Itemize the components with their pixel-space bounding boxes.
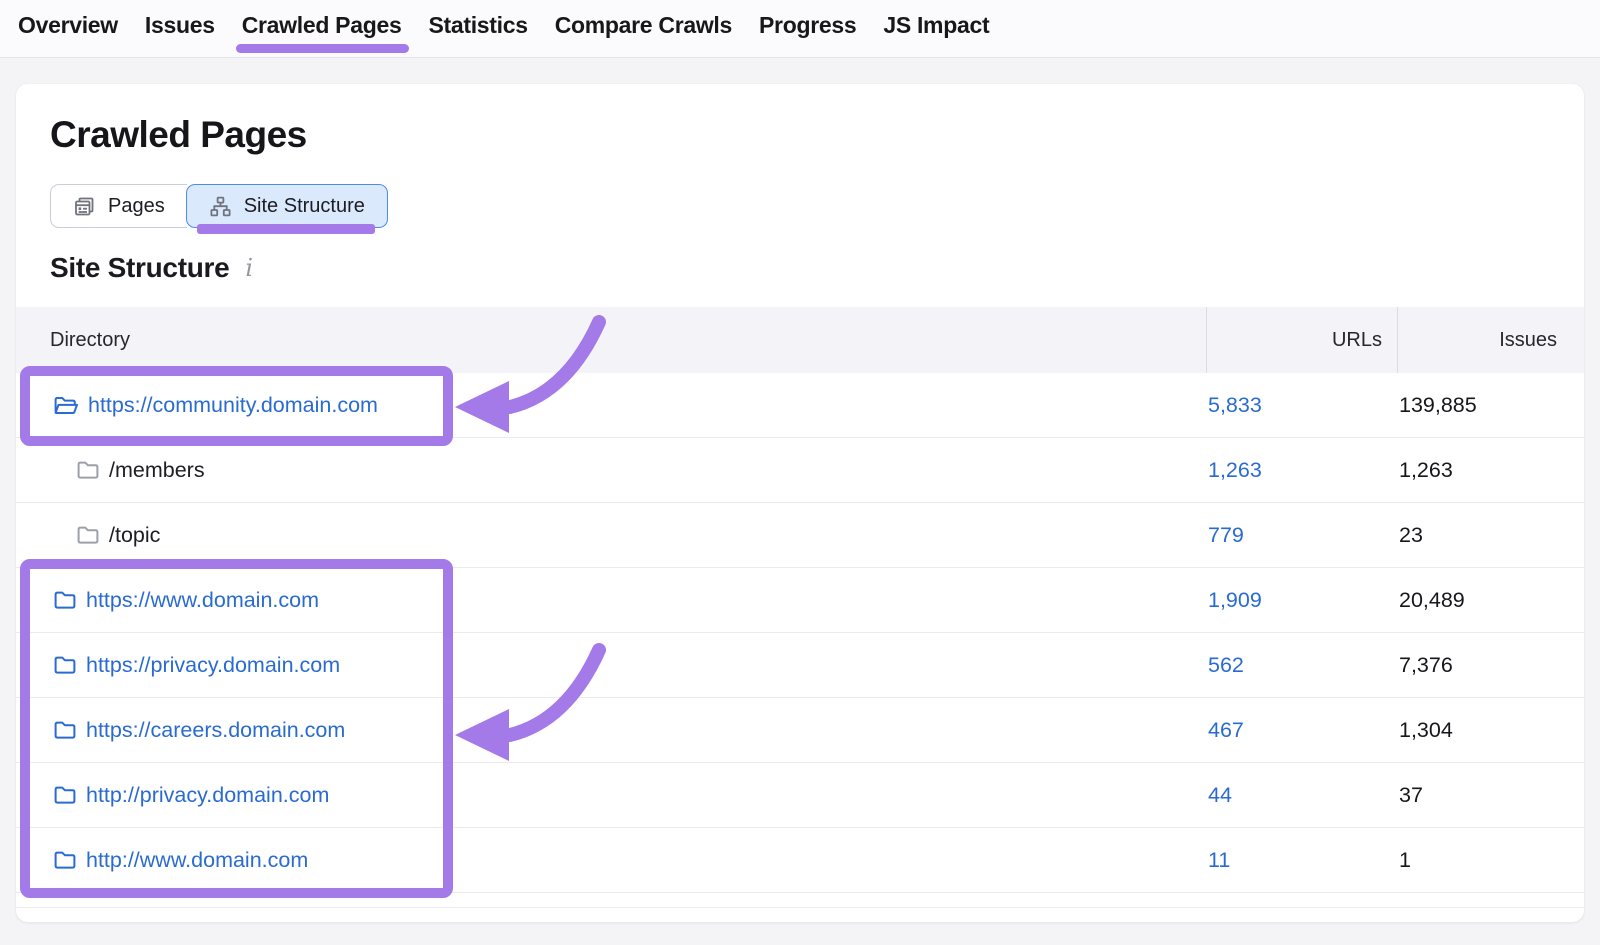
urls-cell: 11 (1206, 848, 1397, 873)
issues-value: 139,885 (1399, 393, 1477, 417)
urls-value[interactable]: 562 (1208, 653, 1244, 677)
issues-cell: 139,885 (1397, 393, 1584, 418)
folder-icon (53, 720, 77, 740)
table-row: https://www.domain.com 1,909 20,489 (16, 568, 1584, 633)
urls-cell: 467 (1206, 718, 1397, 743)
table-row: /topic 779 23 (16, 503, 1584, 568)
site-structure-toggle-label: Site Structure (244, 195, 365, 218)
issues-cell: 23 (1397, 523, 1584, 548)
site-structure-toggle-button[interactable]: Site Structure (186, 184, 388, 228)
urls-cell: 44 (1206, 783, 1397, 808)
nav-tab[interactable]: Overview (18, 12, 118, 39)
table-row: https://careers.domain.com 467 1,304 (16, 698, 1584, 763)
directory-text[interactable]: https://privacy.domain.com (86, 653, 340, 678)
directory-text: /members (109, 458, 205, 483)
issues-value: 1,304 (1399, 718, 1453, 742)
top-nav-bar: Overview Issues Crawled Pages Statistics Com… (0, 0, 1600, 58)
directory-text[interactable]: https://careers.domain.com (86, 718, 345, 743)
issues-cell: 1,304 (1397, 718, 1584, 743)
directory-cell: https://community.domain.com (16, 393, 1206, 418)
issues-cell: 37 (1397, 783, 1584, 808)
nav-tab[interactable]: Issues (145, 12, 215, 39)
folder-icon (76, 460, 100, 480)
directory-cell: http://www.domain.com (16, 848, 1206, 873)
urls-value[interactable]: 5,833 (1208, 393, 1262, 417)
folder-icon (53, 785, 77, 805)
directory-cell: https://careers.domain.com (16, 718, 1206, 743)
nav-tab[interactable]: JS Impact (883, 12, 989, 39)
nav-tab[interactable]: Crawled Pages (242, 12, 402, 39)
table-end-divider (16, 893, 1584, 908)
issues-cell: 7,376 (1397, 653, 1584, 678)
directory-text: /topic (109, 523, 160, 548)
site-structure-icon (209, 195, 232, 218)
urls-cell: 779 (1206, 523, 1397, 548)
folder-icon (53, 655, 77, 675)
issues-cell: 1,263 (1397, 458, 1584, 483)
info-icon[interactable]: i (245, 256, 252, 280)
section-title: Site Structure i (50, 252, 253, 284)
page-title: Crawled Pages (50, 114, 307, 156)
column-header-directory: Directory (16, 307, 1206, 373)
issues-value: 1,263 (1399, 458, 1453, 482)
table-row: https://community.domain.com 5,833 139,8… (16, 373, 1584, 438)
view-toggle: Pages Site Structure (50, 184, 388, 228)
column-header-issues: Issues (1397, 307, 1584, 373)
urls-value[interactable]: 11 (1208, 848, 1230, 872)
crawled-pages-card: Crawled Pages Pages (16, 84, 1584, 922)
issues-value: 7,376 (1399, 653, 1453, 677)
directory-text[interactable]: https://community.domain.com (88, 393, 378, 418)
column-header-urls: URLs (1206, 307, 1397, 373)
directory-cell: https://www.domain.com (16, 588, 1206, 613)
issues-cell: 1 (1397, 848, 1584, 873)
table-row: https://privacy.domain.com 562 7,376 (16, 633, 1584, 698)
pages-toggle-label: Pages (108, 195, 165, 218)
directory-cell: http://privacy.domain.com (16, 783, 1206, 808)
directory-cell: /members (16, 458, 1206, 483)
issues-value: 20,489 (1399, 588, 1465, 612)
directory-cell: /topic (16, 523, 1206, 548)
directory-text[interactable]: http://privacy.domain.com (86, 783, 329, 808)
table-body: https://community.domain.com 5,833 139,8… (16, 373, 1584, 893)
urls-value[interactable]: 44 (1208, 783, 1232, 807)
site-structure-table: Directory URLs Issues https://community.… (16, 307, 1584, 908)
issues-cell: 20,489 (1397, 588, 1584, 613)
table-row: http://privacy.domain.com 44 37 (16, 763, 1584, 828)
urls-cell: 1,909 (1206, 588, 1397, 613)
folder-icon (53, 850, 77, 870)
folder-icon (53, 590, 77, 610)
folder-open-icon (53, 395, 79, 416)
directory-text[interactable]: https://www.domain.com (86, 588, 319, 613)
directory-cell: https://privacy.domain.com (16, 653, 1206, 678)
section-title-text: Site Structure (50, 252, 229, 284)
toggle-underline-annotation (197, 224, 375, 234)
nav-tab[interactable]: Progress (759, 12, 856, 39)
urls-cell: 5,833 (1206, 393, 1397, 418)
nav-tab[interactable]: Compare Crawls (555, 12, 732, 39)
pages-icon (73, 195, 96, 218)
urls-value[interactable]: 779 (1208, 523, 1244, 547)
directory-text[interactable]: http://www.domain.com (86, 848, 308, 873)
folder-icon (76, 525, 100, 545)
urls-value[interactable]: 467 (1208, 718, 1244, 742)
table-row: /members 1,263 1,263 (16, 438, 1584, 503)
urls-value[interactable]: 1,909 (1208, 588, 1262, 612)
urls-cell: 1,263 (1206, 458, 1397, 483)
issues-value: 37 (1399, 783, 1423, 807)
nav-tab[interactable]: Statistics (428, 12, 527, 39)
urls-value[interactable]: 1,263 (1208, 458, 1262, 482)
table-header: Directory URLs Issues (16, 307, 1584, 373)
pages-toggle-button[interactable]: Pages (50, 184, 187, 228)
table-row: http://www.domain.com 11 1 (16, 828, 1584, 893)
issues-value: 1 (1399, 848, 1411, 872)
issues-value: 23 (1399, 523, 1423, 547)
urls-cell: 562 (1206, 653, 1397, 678)
